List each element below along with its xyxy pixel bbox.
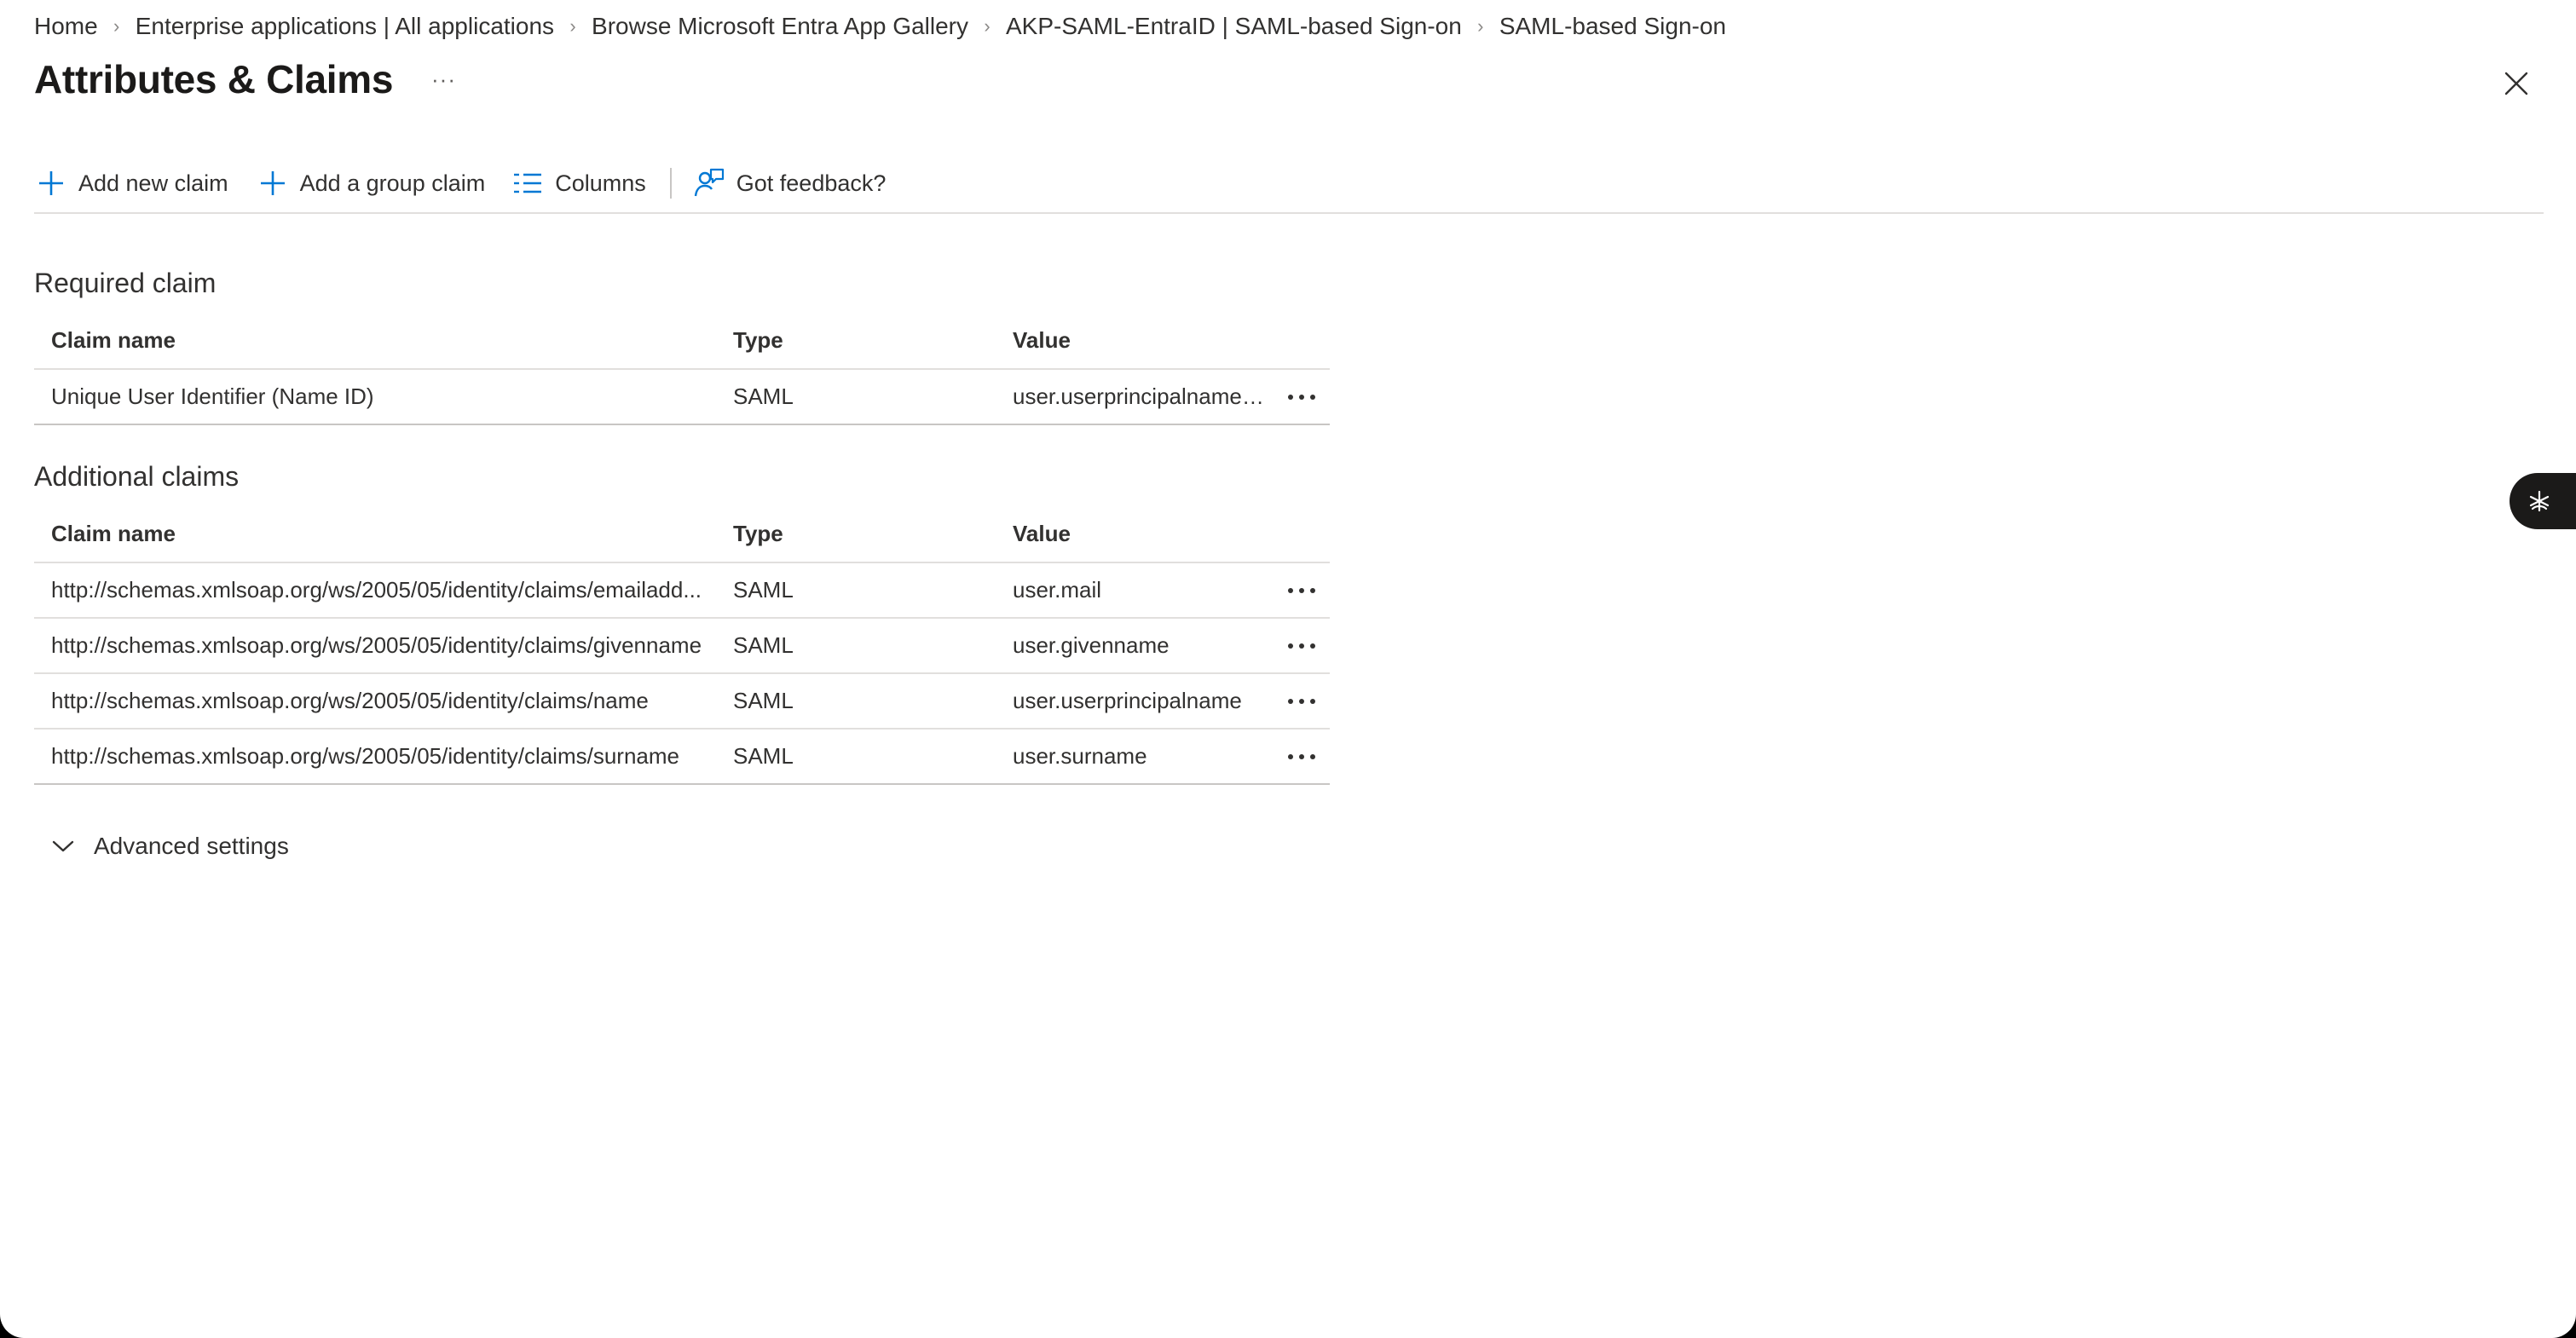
column-header-value[interactable]: Value [1013, 312, 1302, 368]
claim-value-cell: user.userprincipalname [1013, 688, 1242, 713]
more-icon [1288, 587, 1315, 593]
claim-type-cell: SAML [733, 384, 794, 409]
copilot-icon [2529, 490, 2550, 512]
breadcrumb-separator: › [113, 15, 120, 37]
claim-name-text: Unique User Identifier (Name ID) [51, 384, 374, 409]
breadcrumb-app-saml-sign-on[interactable]: AKP-SAML-EntraID | SAML-based Sign-on [1006, 13, 1462, 40]
copilot-side-button[interactable] [2510, 473, 2576, 529]
got-feedback-button[interactable]: Got feedback? [692, 162, 887, 205]
claim-type-cell: SAML [733, 743, 794, 769]
more-icon [1288, 643, 1315, 649]
row-more-actions-button[interactable] [1280, 674, 1323, 728]
toolbar-divider-line [34, 212, 2544, 214]
breadcrumb-separator: › [569, 15, 576, 37]
plus-icon [34, 166, 68, 200]
claim-name-text: http://schemas.xmlsoap.org/ws/2005/05/id… [51, 577, 702, 603]
toolbar-divider [669, 168, 672, 199]
table-row[interactable]: http://schemas.xmlsoap.org/ws/2005/05/id… [34, 619, 1330, 674]
table-row[interactable]: http://schemas.xmlsoap.org/ws/2005/05/id… [34, 730, 1330, 785]
breadcrumb-app-gallery[interactable]: Browse Microsoft Entra App Gallery [592, 13, 968, 40]
table-row[interactable]: http://schemas.xmlsoap.org/ws/2005/05/id… [34, 674, 1330, 730]
additional-claims-heading: Additional claims [34, 461, 240, 492]
columns-label: Columns [555, 170, 646, 196]
claim-value-cell: user.mail [1013, 577, 1102, 603]
claim-type-cell: SAML [733, 688, 794, 713]
column-header-claim-name[interactable]: Claim name [51, 505, 748, 562]
close-button[interactable] [2499, 66, 2533, 101]
add-group-claim-button[interactable]: Add a group claim [256, 162, 486, 205]
attributes-claims-page: Home › Enterprise applications | All app… [0, 0, 2576, 1338]
feedback-icon [692, 166, 726, 200]
claim-value-cell: user.userprincipalname [... [1013, 370, 1268, 424]
breadcrumb: Home › Enterprise applications | All app… [34, 9, 1726, 44]
claim-type-cell: SAML [733, 577, 794, 603]
breadcrumb-enterprise-applications[interactable]: Enterprise applications | All applicatio… [136, 13, 554, 40]
table-header-row: Claim name Type Value [34, 312, 1330, 370]
command-bar: Add new claim Add a group claim Columns … [34, 162, 886, 205]
got-feedback-label: Got feedback? [736, 170, 887, 196]
advanced-settings-toggle[interactable]: Advanced settings [51, 827, 289, 866]
claim-name-text: http://schemas.xmlsoap.org/ws/2005/05/id… [51, 632, 702, 658]
more-icon [1288, 698, 1315, 704]
chevron-down-icon [52, 840, 74, 852]
claim-name-cell: http://schemas.xmlsoap.org/ws/2005/05/id… [51, 563, 748, 617]
more-actions-button[interactable]: ··· [431, 66, 456, 93]
claim-name-cell: http://schemas.xmlsoap.org/ws/2005/05/id… [51, 674, 748, 728]
additional-claims-table: Claim name Type Value http://schemas.xml… [34, 505, 1330, 785]
add-group-claim-label: Add a group claim [299, 170, 486, 196]
claim-type-cell: SAML [733, 632, 794, 658]
breadcrumb-separator: › [984, 15, 991, 37]
claim-name-text: http://schemas.xmlsoap.org/ws/2005/05/id… [51, 743, 680, 769]
more-icon [1288, 394, 1315, 400]
row-more-actions-button[interactable] [1280, 619, 1323, 672]
columns-button[interactable]: Columns [511, 162, 646, 205]
claim-value-text: user.userprincipalname [... [1013, 384, 1268, 409]
breadcrumb-separator: › [1477, 15, 1484, 37]
table-header-row: Claim name Type Value [34, 505, 1330, 563]
page-title: Attributes & Claims [34, 57, 394, 101]
column-header-type[interactable]: Type [733, 312, 989, 368]
row-more-actions-button[interactable] [1280, 563, 1323, 617]
column-header-type[interactable]: Type [733, 505, 989, 562]
table-row[interactable]: Unique User Identifier (Name ID) SAML us… [34, 370, 1330, 425]
claim-name-cell: Unique User Identifier (Name ID) [51, 370, 748, 424]
row-more-actions-button[interactable] [1280, 370, 1323, 424]
advanced-settings-label: Advanced settings [94, 833, 289, 859]
more-icon [1288, 753, 1315, 759]
table-row[interactable]: http://schemas.xmlsoap.org/ws/2005/05/id… [34, 563, 1330, 619]
row-more-actions-button[interactable] [1280, 730, 1323, 783]
plus-icon [256, 166, 290, 200]
column-header-value[interactable]: Value [1013, 505, 1302, 562]
breadcrumb-home[interactable]: Home [34, 13, 98, 40]
column-header-claim-name[interactable]: Claim name [51, 312, 748, 368]
claim-value-cell: user.givenname [1013, 632, 1170, 658]
columns-icon [511, 166, 545, 200]
claim-name-cell: http://schemas.xmlsoap.org/ws/2005/05/id… [51, 730, 748, 783]
breadcrumb-saml-sign-on[interactable]: SAML-based Sign-on [1499, 13, 1726, 40]
claim-value-cell: user.surname [1013, 743, 1147, 769]
close-icon [2504, 72, 2528, 95]
claim-name-cell: http://schemas.xmlsoap.org/ws/2005/05/id… [51, 619, 748, 672]
add-new-claim-button[interactable]: Add new claim [34, 162, 228, 205]
required-claim-table: Claim name Type Value Unique User Identi… [34, 312, 1330, 425]
claim-name-text: http://schemas.xmlsoap.org/ws/2005/05/id… [51, 688, 649, 713]
add-new-claim-label: Add new claim [78, 170, 228, 196]
required-claim-heading: Required claim [34, 268, 217, 298]
